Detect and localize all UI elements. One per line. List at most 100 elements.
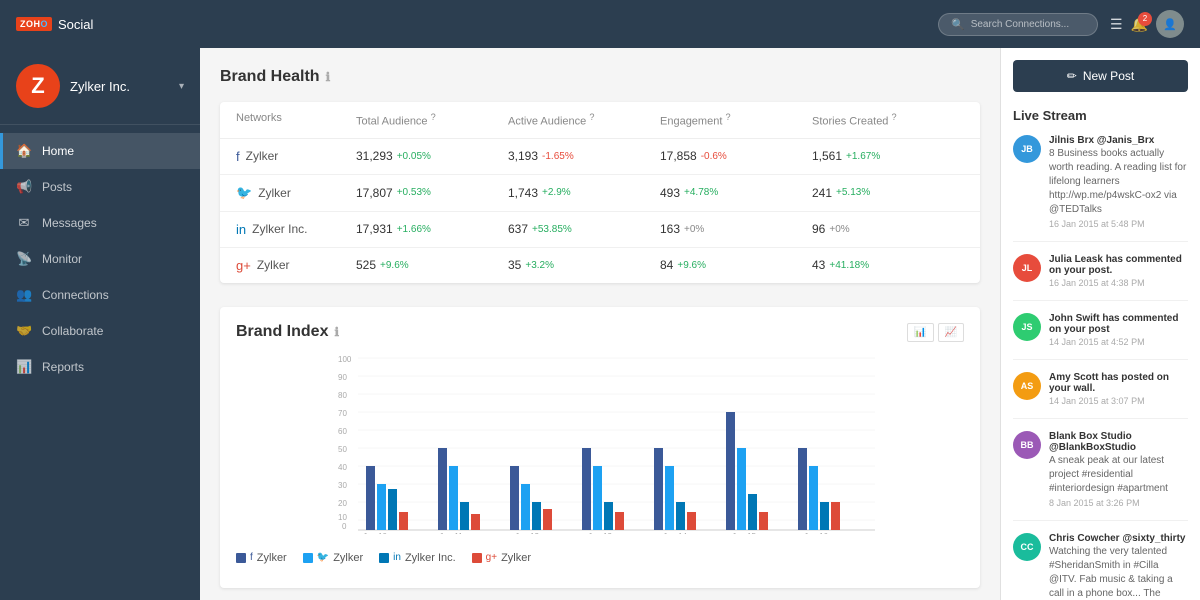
search-box[interactable]: 🔍 Search Connections... bbox=[938, 13, 1098, 36]
svg-text:Jan 15: Jan 15 bbox=[732, 532, 757, 534]
user-avatar: Z bbox=[16, 64, 60, 108]
topbar-logo: ZOHO Social bbox=[16, 17, 93, 32]
legend-facebook[interactable]: f Zylker bbox=[236, 552, 287, 564]
stream-content-1: Jilnis Brx @Janis_Brx 8 Business books a… bbox=[1049, 135, 1188, 229]
nav-item-posts[interactable]: 📢 Posts bbox=[0, 169, 200, 205]
metric-total-gp: 525 +9.6% bbox=[356, 258, 508, 272]
brand-index-info-icon[interactable]: ℹ bbox=[334, 325, 339, 339]
metric-engagement-li: 163 +0% bbox=[660, 222, 812, 236]
svg-text:Jan 14: Jan 14 bbox=[663, 532, 688, 534]
chart-legend: f Zylker 🐦 Zylker in Zylker Inc. bbox=[236, 544, 964, 572]
stream-text-1: 8 Business books actually worth reading.… bbox=[1049, 147, 1188, 217]
bar-gp-jan10 bbox=[399, 512, 408, 530]
bar-fb-jan10 bbox=[366, 466, 375, 530]
stream-time-4: 14 Jan 2015 at 3:07 PM bbox=[1049, 396, 1188, 406]
dropdown-icon[interactable]: ▾ bbox=[179, 81, 184, 92]
line-chart-btn[interactable]: 📈 bbox=[938, 323, 964, 342]
stream-name-4: Amy Scott has posted on your wall. bbox=[1049, 372, 1188, 394]
stream-name-3: John Swift has commented on your post bbox=[1049, 313, 1188, 335]
stream-content-2: Julia Leask has commented on your post. … bbox=[1049, 254, 1188, 288]
user-section: Z Zylker Inc. ▾ bbox=[0, 48, 200, 125]
stream-item: JB Jilnis Brx @Janis_Brx 8 Business book… bbox=[1013, 135, 1188, 242]
svg-text:0: 0 bbox=[342, 522, 347, 531]
notification-bell[interactable]: 🔔 2 bbox=[1131, 16, 1148, 33]
nav-item-reports[interactable]: 📊 Reports bbox=[0, 349, 200, 385]
svg-text:60: 60 bbox=[338, 427, 347, 436]
svg-text:Jan 13: Jan 13 bbox=[588, 532, 613, 534]
header-networks: Networks bbox=[236, 112, 356, 128]
user-name: Zylker Inc. bbox=[70, 79, 130, 94]
stream-content-3: John Swift has commented on your post 14… bbox=[1049, 313, 1188, 347]
legend-gp-icon: g+ bbox=[486, 552, 497, 563]
svg-text:30: 30 bbox=[338, 481, 347, 490]
metric-active-li: 637 +53.85% bbox=[508, 222, 660, 236]
nav-item-connections[interactable]: 👥 Connections bbox=[0, 277, 200, 313]
search-icon: 🔍 bbox=[951, 18, 965, 31]
header-stories: Stories Created ? bbox=[812, 112, 964, 128]
metric-active-fb: 3,193 -1.65% bbox=[508, 149, 660, 163]
nav-label-posts: Posts bbox=[42, 180, 72, 194]
stream-content-6: Chris Cowcher @sixty_thirty Watching the… bbox=[1049, 533, 1188, 600]
facebook-icon: f bbox=[236, 149, 240, 164]
chart-container: 100 90 80 70 60 50 40 30 20 10 0 bbox=[236, 354, 964, 534]
stream-content-5: Blank Box Studio @BlankBoxStudio A sneak… bbox=[1049, 431, 1188, 508]
network-cell-fb: f Zylker bbox=[236, 149, 356, 164]
header-total: Total Audience ? bbox=[356, 112, 508, 128]
stream-avatar-2: JL bbox=[1013, 254, 1041, 282]
edit-icon: ✏ bbox=[1067, 69, 1077, 83]
metric-active-gp: 35 +3.2% bbox=[508, 258, 660, 272]
stream-item: AS Amy Scott has posted on your wall. 14… bbox=[1013, 372, 1188, 419]
messages-icon: ✉ bbox=[16, 215, 32, 231]
nav-label-home: Home bbox=[42, 144, 74, 158]
posts-icon: 📢 bbox=[16, 179, 32, 195]
metric-stories-fb: 1,561 +1.67% bbox=[812, 149, 964, 163]
connections-icon: 👥 bbox=[16, 287, 32, 303]
stream-text-5: A sneak peak at our latest project #resi… bbox=[1049, 454, 1188, 496]
svg-text:90: 90 bbox=[338, 373, 347, 382]
legend-twitter[interactable]: 🐦 Zylker bbox=[303, 552, 363, 564]
metric-stories-li: 96 +0% bbox=[812, 222, 964, 236]
new-post-button[interactable]: ✏ New Post bbox=[1013, 60, 1188, 92]
user-avatar-topbar[interactable]: 👤 bbox=[1156, 10, 1184, 38]
bar-li-jan10 bbox=[388, 489, 397, 530]
nav-item-monitor[interactable]: 📡 Monitor bbox=[0, 241, 200, 277]
search-placeholder: Search Connections... bbox=[971, 19, 1069, 30]
brand-index-chart: 100 90 80 70 60 50 40 30 20 10 0 bbox=[236, 354, 964, 534]
home-icon: 🏠 bbox=[16, 143, 32, 159]
topbar-icons: ☰ 🔔 2 👤 bbox=[1110, 10, 1184, 38]
nav-item-collaborate[interactable]: 🤝 Collaborate bbox=[0, 313, 200, 349]
brand-index-header: Brand Index ℹ 📊 📈 bbox=[236, 323, 964, 342]
metric-active-tw: 1,743 +2.9% bbox=[508, 186, 660, 200]
svg-text:Jan 10: Jan 10 bbox=[363, 532, 388, 534]
stream-item: BB Blank Box Studio @BlankBoxStudio A sn… bbox=[1013, 431, 1188, 521]
svg-text:100: 100 bbox=[338, 355, 352, 364]
legend-linkedin[interactable]: in Zylker Inc. bbox=[379, 552, 456, 564]
metric-engagement-fb: 17,858 -0.6% bbox=[660, 149, 812, 163]
app-wrapper: ZOHO Social 🔍 Search Connections... ☰ 🔔 … bbox=[0, 0, 1200, 600]
stream-time-5: 8 Jan 2015 at 3:26 PM bbox=[1049, 498, 1188, 508]
legend-dot-fb bbox=[236, 553, 246, 563]
metric-total-li: 17,931 +1.66% bbox=[356, 222, 508, 236]
legend-googleplus[interactable]: g+ Zylker bbox=[472, 552, 531, 564]
legend-fb-icon: f bbox=[250, 552, 253, 563]
metric-engagement-gp: 84 +9.6% bbox=[660, 258, 812, 272]
metric-stories-tw: 241 +5.13% bbox=[812, 186, 964, 200]
brand-health-info-icon[interactable]: ℹ bbox=[326, 70, 331, 84]
user-initial: Z bbox=[31, 73, 44, 99]
sidebar: Z Zylker Inc. ▾ 🏠 Home 📢 Posts ✉ Message… bbox=[0, 48, 200, 600]
bar-chart-btn[interactable]: 📊 bbox=[907, 323, 933, 342]
menu-icon[interactable]: ☰ bbox=[1110, 16, 1123, 33]
nav-item-messages[interactable]: ✉ Messages bbox=[0, 205, 200, 241]
legend-dot-gp bbox=[472, 553, 482, 563]
header-engagement: Engagement ? bbox=[660, 112, 812, 128]
svg-text:Jan 12: Jan 12 bbox=[515, 532, 540, 534]
svg-text:40: 40 bbox=[338, 463, 347, 472]
legend-tw-icon: 🐦 bbox=[317, 552, 329, 563]
chart-controls: 📊 📈 bbox=[907, 323, 964, 342]
topbar-right: 🔍 Search Connections... ☰ 🔔 2 👤 bbox=[938, 10, 1184, 38]
metric-total-tw: 17,807 +0.53% bbox=[356, 186, 508, 200]
right-panel: ✏ New Post Live Stream JB Jilnis Brx @Ja… bbox=[1000, 48, 1200, 600]
legend-dot-li bbox=[379, 553, 389, 563]
nav-item-home[interactable]: 🏠 Home bbox=[0, 133, 200, 169]
svg-text:10: 10 bbox=[338, 513, 347, 522]
